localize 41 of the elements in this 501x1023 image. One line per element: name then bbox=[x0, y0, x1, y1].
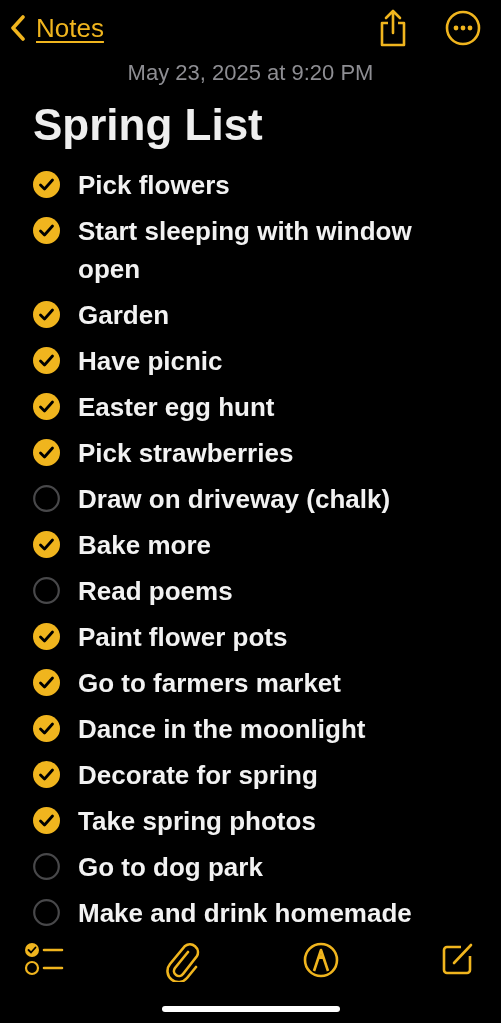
pen-tip-icon[interactable] bbox=[303, 942, 340, 978]
checked-checkbox[interactable] bbox=[33, 669, 60, 696]
checklist-item-text: Pick strawberries bbox=[78, 437, 294, 470]
note-title: Spring List bbox=[33, 100, 264, 150]
checklist-item-text: Garden bbox=[78, 299, 170, 332]
checked-checkbox[interactable] bbox=[33, 531, 60, 558]
compose-icon[interactable] bbox=[440, 942, 475, 976]
checklist-item-text: Take spring photos bbox=[78, 805, 316, 838]
checklist-item-text: Go to dog park bbox=[78, 851, 263, 884]
checklist-item-text: Have picnic bbox=[78, 345, 223, 378]
checklist-item-text: Read poems bbox=[78, 575, 233, 608]
checklist-item-text: Pick flowers bbox=[78, 169, 230, 202]
checked-checkbox[interactable] bbox=[33, 393, 60, 420]
checklist-item-text: Dance in the moonlight bbox=[78, 713, 366, 746]
checked-checkbox[interactable] bbox=[33, 217, 60, 244]
checked-checkbox[interactable] bbox=[33, 439, 60, 466]
checklist-item-text: Go to farmers market bbox=[78, 667, 341, 700]
unchecked-checkbox[interactable] bbox=[33, 853, 60, 880]
more-button[interactable] bbox=[445, 10, 481, 46]
checked-checkbox[interactable] bbox=[33, 761, 60, 788]
paperclip-icon[interactable] bbox=[165, 942, 202, 982]
checklist-item-text: Easter egg hunt bbox=[78, 391, 275, 424]
checked-checkbox[interactable] bbox=[33, 623, 60, 650]
checked-checkbox[interactable] bbox=[33, 715, 60, 742]
back-button[interactable]: Notes bbox=[10, 12, 104, 44]
note-date: May 23, 2025 at 9:20 PM bbox=[126, 60, 375, 86]
checked-checkbox[interactable] bbox=[33, 301, 60, 328]
checked-checkbox[interactable] bbox=[33, 347, 60, 374]
checklist-item-text: Paint flower pots bbox=[78, 621, 288, 654]
checklist-item-text: Make and drink homemade bbox=[78, 897, 412, 930]
checklist-item-text: Start sleeping with window open bbox=[78, 215, 413, 286]
unchecked-checkbox[interactable] bbox=[33, 485, 60, 512]
checked-checkbox[interactable] bbox=[33, 171, 60, 198]
checklist-item-text: Decorate for spring bbox=[78, 759, 318, 792]
unchecked-checkbox[interactable] bbox=[33, 577, 60, 604]
checked-checkbox[interactable] bbox=[33, 807, 60, 834]
chevron-left-icon bbox=[10, 15, 26, 41]
checklist-item-text: Draw on driveway (chalk) bbox=[78, 483, 391, 516]
checklist-item-text: Bake more bbox=[78, 529, 211, 562]
unchecked-checkbox[interactable] bbox=[33, 899, 60, 926]
checklist-icon[interactable] bbox=[24, 942, 64, 976]
